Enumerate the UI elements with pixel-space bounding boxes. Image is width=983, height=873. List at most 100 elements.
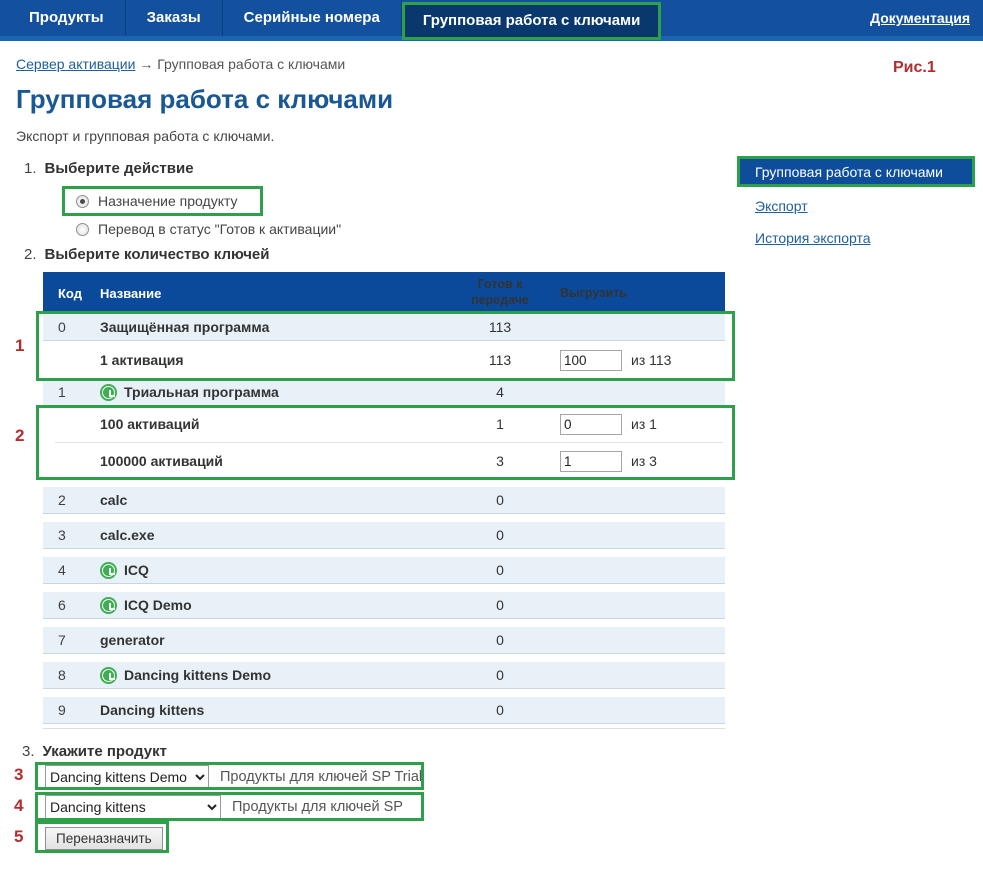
activation-name: 100 активаций bbox=[100, 416, 440, 432]
product-select-label: Продукты для ключей SP bbox=[232, 799, 403, 815]
ready-count: 3 bbox=[440, 453, 560, 469]
table-row-activation: 100000 активаций 3 из 3 bbox=[43, 443, 725, 479]
page: Продукты Заказы Серийные номера Группова… bbox=[0, 0, 983, 873]
product-code: 6 bbox=[43, 597, 100, 613]
activation-name-text: 100000 активаций bbox=[100, 453, 223, 469]
upload-total-text: из 1 bbox=[631, 416, 657, 432]
product-name: generator bbox=[100, 632, 440, 648]
trial-clock-icon bbox=[100, 384, 117, 401]
trial-product-select-row: Dancing kittens Demo Продукты для ключей… bbox=[45, 765, 422, 789]
product-code: 9 bbox=[43, 702, 100, 718]
product-name-text: Триальная программа bbox=[124, 384, 279, 400]
sidebar-link-export-history[interactable]: История экспорта bbox=[755, 230, 871, 246]
breadcrumb-current: Групповая работа с ключами bbox=[157, 56, 345, 72]
keys-table: Код Название Готов к передаче Выгрузить … bbox=[43, 272, 725, 729]
sidebar-link-export[interactable]: Экспорт bbox=[755, 198, 808, 214]
product-name-text: generator bbox=[100, 632, 165, 648]
table-row-product: 4 ICQ 0 bbox=[43, 557, 725, 584]
nav-tab-products[interactable]: Продукты bbox=[8, 0, 126, 36]
table-row-product: 0 Защищённая программа 113 bbox=[43, 314, 725, 341]
ready-count: 0 bbox=[440, 492, 560, 508]
step1-number: 1. bbox=[24, 160, 37, 177]
step2-heading: 2.Выберите количество ключей bbox=[24, 246, 269, 263]
annotation-number-3: 3 bbox=[14, 765, 23, 785]
breadcrumb-root-link[interactable]: Сервер активации bbox=[16, 56, 135, 72]
header-ready: Готов к передаче bbox=[440, 277, 560, 308]
product-name-text: Dancing kittens Demo bbox=[124, 667, 271, 683]
ready-count: 113 bbox=[440, 319, 560, 335]
table-row-product: 2 calc 0 bbox=[43, 487, 725, 514]
breadcrumb-arrow: → bbox=[139, 56, 153, 72]
product-name-text: calc.exe bbox=[100, 527, 155, 543]
product-select-row: Dancing kittens Продукты для ключей SP bbox=[45, 795, 403, 819]
radio-selected-icon[interactable] bbox=[76, 195, 89, 208]
product-name-text: ICQ Demo bbox=[124, 597, 192, 613]
product-name: Dancing kittens Demo bbox=[100, 667, 440, 684]
documentation-link[interactable]: Документация bbox=[870, 0, 970, 36]
product-name-text: Dancing kittens bbox=[100, 702, 204, 718]
ready-count: 4 bbox=[440, 384, 560, 400]
ready-count: 0 bbox=[440, 527, 560, 543]
top-navbar: Продукты Заказы Серийные номера Группова… bbox=[0, 0, 983, 41]
upload-total-text: из 3 bbox=[631, 453, 657, 469]
upload-count-input[interactable] bbox=[560, 451, 622, 472]
ready-count: 0 bbox=[440, 562, 560, 578]
page-subtitle: Экспорт и групповая работа с ключами. bbox=[16, 128, 274, 144]
table-row-product: 1 Триальная программа 4 bbox=[43, 379, 725, 406]
nav-tabs: Продукты Заказы Серийные номера Группова… bbox=[8, 0, 661, 40]
activation-name: 1 активация bbox=[100, 352, 440, 368]
trial-product-select[interactable]: Dancing kittens Demo bbox=[45, 765, 209, 789]
ready-count: 0 bbox=[440, 632, 560, 648]
product-name: ICQ bbox=[100, 562, 440, 579]
sidebar: Групповая работа с ключами Экспорт Истор… bbox=[737, 156, 975, 248]
annotation-number-2: 2 bbox=[15, 426, 24, 446]
activation-name-text: 1 активация bbox=[100, 352, 184, 368]
page-title: Групповая работа с ключами bbox=[16, 84, 393, 115]
table-header-row: Код Название Готов к передаче Выгрузить bbox=[43, 272, 725, 314]
upload-count-input[interactable] bbox=[560, 350, 622, 371]
ready-count: 113 bbox=[440, 352, 560, 368]
product-code: 8 bbox=[43, 667, 100, 683]
upload-cell: из 113 bbox=[560, 350, 725, 371]
product-name: calc bbox=[100, 492, 440, 508]
product-name-text: calc bbox=[100, 492, 127, 508]
radio-option-assign-product[interactable]: Назначение продукту bbox=[76, 193, 238, 209]
sidebar-item-group-key-work-active[interactable]: Групповая работа с ключами bbox=[737, 156, 975, 187]
step1-title: Выберите действие bbox=[45, 160, 194, 177]
reassign-button[interactable]: Переназначить bbox=[45, 827, 163, 850]
step2-title: Выберите количество ключей bbox=[45, 246, 270, 263]
product-name: ICQ Demo bbox=[100, 597, 440, 614]
table-row-activation: 100 активаций 1 из 1 bbox=[43, 406, 725, 442]
table-row-product: 6 ICQ Demo 0 bbox=[43, 592, 725, 619]
table-row-activation: 1 активация 113 из 113 bbox=[43, 341, 725, 379]
product-code: 1 bbox=[43, 384, 100, 400]
upload-count-input[interactable] bbox=[560, 414, 622, 435]
product-select[interactable]: Dancing kittens bbox=[45, 795, 221, 819]
trial-clock-icon bbox=[100, 667, 117, 684]
ready-count: 0 bbox=[440, 702, 560, 718]
table-row-product: 3 calc.exe 0 bbox=[43, 522, 725, 549]
radio-label: Перевод в статус "Готов к активации" bbox=[98, 221, 341, 237]
trial-product-select-label: Продукты для ключей SP Trial bbox=[220, 769, 422, 785]
nav-tab-group-key-work[interactable]: Групповая работа с ключами bbox=[402, 2, 662, 40]
nav-tab-serial-numbers[interactable]: Серийные номера bbox=[223, 0, 402, 36]
upload-cell: из 3 bbox=[560, 451, 725, 472]
product-name: calc.exe bbox=[100, 527, 440, 543]
table-bottom-border bbox=[43, 728, 725, 729]
product-code: 0 bbox=[43, 319, 100, 335]
product-code: 3 bbox=[43, 527, 100, 543]
product-name-text: Защищённая программа bbox=[100, 319, 269, 335]
header-ready-text: Готов к передаче bbox=[468, 277, 532, 308]
annotation-number-1: 1 bbox=[15, 336, 24, 356]
figure-annotation-label: Рис.1 bbox=[893, 59, 936, 77]
nav-tab-orders[interactable]: Заказы bbox=[126, 0, 223, 36]
upload-cell: из 1 bbox=[560, 414, 725, 435]
step3-number: 3. bbox=[22, 743, 35, 760]
annotation-number-4: 4 bbox=[14, 796, 23, 816]
radio-label: Назначение продукту bbox=[98, 193, 238, 209]
header-upload: Выгрузить bbox=[560, 286, 725, 300]
radio-unselected-icon[interactable] bbox=[76, 223, 89, 236]
table-row-product: 8 Dancing kittens Demo 0 bbox=[43, 662, 725, 689]
radio-option-ready-status[interactable]: Перевод в статус "Готов к активации" bbox=[76, 221, 341, 237]
annotation-number-5: 5 bbox=[14, 827, 23, 847]
